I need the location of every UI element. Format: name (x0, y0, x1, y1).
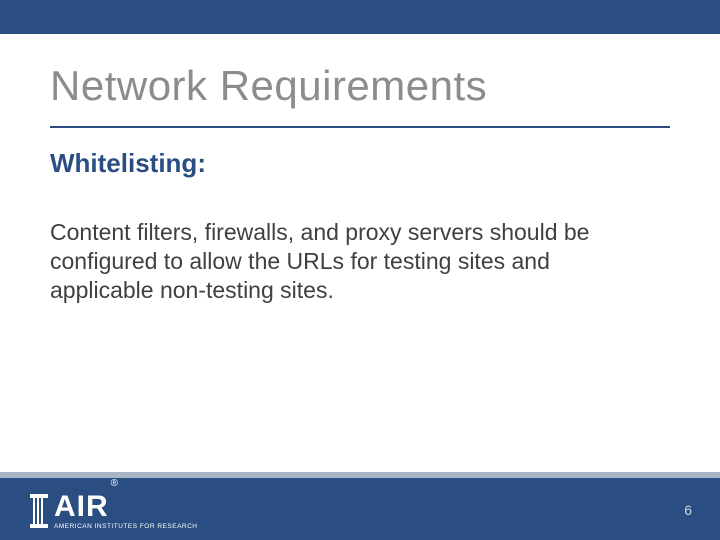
logo-text: AIR® AMERICAN INSTITUTES FOR RESEARCH (54, 492, 197, 530)
logo-main: AIR (54, 490, 109, 523)
slide: Network Requirements Whitelisting: Conte… (0, 0, 720, 540)
column-icon (30, 494, 48, 528)
subheading: Whitelisting: (50, 148, 206, 179)
footer-bar: AIR® AMERICAN INSTITUTES FOR RESEARCH 6 (0, 478, 720, 540)
logo-subtitle: AMERICAN INSTITUTES FOR RESEARCH (54, 523, 197, 530)
title-underline (50, 126, 670, 128)
body-text: Content filters, firewalls, and proxy se… (50, 218, 640, 304)
slide-title: Network Requirements (50, 62, 487, 110)
air-logo: AIR® AMERICAN INSTITUTES FOR RESEARCH (30, 492, 197, 530)
page-number: 6 (684, 502, 692, 518)
top-bar (0, 0, 720, 34)
registered-icon: ® (111, 478, 118, 489)
